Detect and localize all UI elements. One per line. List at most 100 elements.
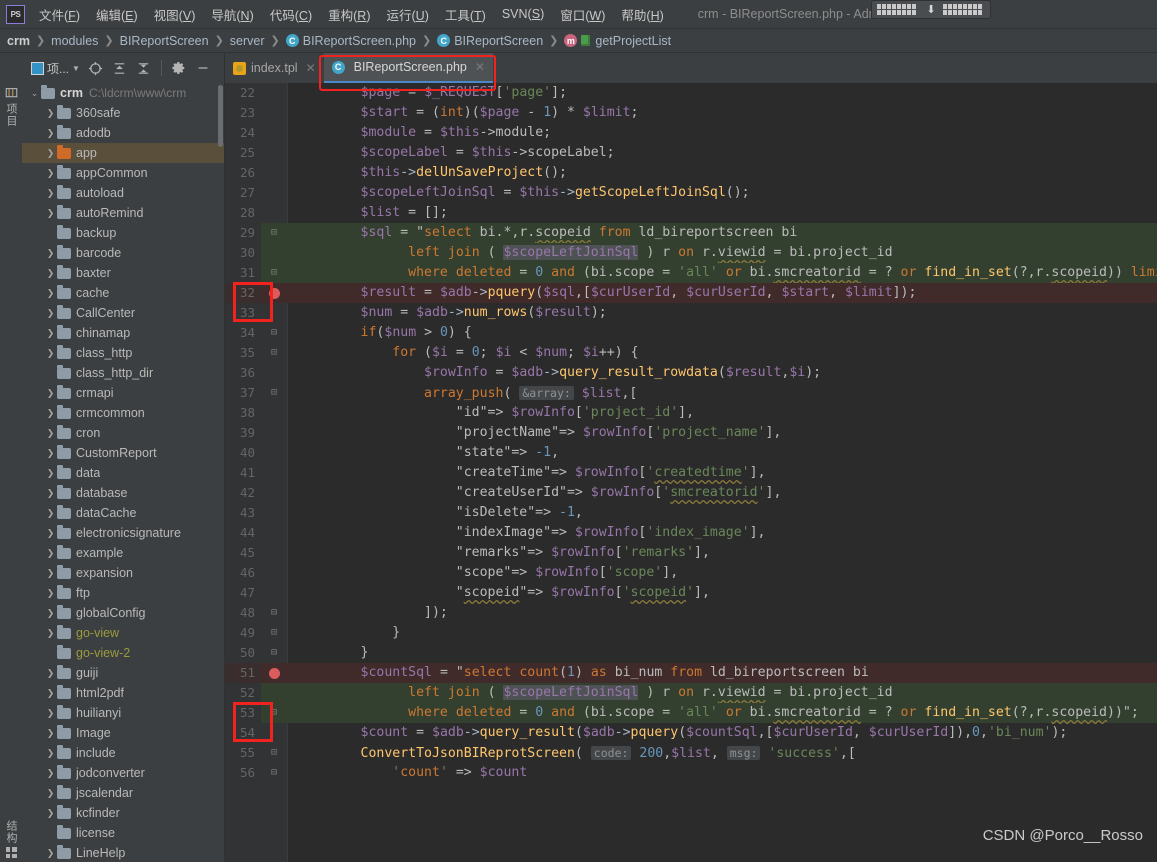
- gutter-cell[interactable]: [261, 287, 287, 299]
- code-line-40[interactable]: 40 "state"=> -1,: [225, 443, 1157, 463]
- code-line-55[interactable]: 55 ⊟ ConvertToJsonBIReprotScreen( code: 2…: [225, 743, 1157, 763]
- chevron-right-icon[interactable]: ❯: [44, 528, 57, 539]
- chevron-right-icon[interactable]: ❯: [44, 848, 57, 859]
- menu-item-10[interactable]: 帮助(H): [613, 2, 671, 27]
- chevron-right-icon[interactable]: ❯: [44, 748, 57, 759]
- tree-item-datacache[interactable]: ❯ dataCache: [22, 503, 224, 523]
- tree-item-360safe[interactable]: ❯ 360safe: [22, 103, 224, 123]
- locate-icon[interactable]: [85, 57, 107, 79]
- chevron-right-icon[interactable]: ❯: [44, 508, 57, 519]
- chevron-right-icon[interactable]: ❯: [44, 148, 57, 159]
- code-line-56[interactable]: 56 ⊟ 'count' => $count: [225, 763, 1157, 783]
- chevron-right-icon[interactable]: ❯: [44, 768, 57, 779]
- code-line-27[interactable]: 27 $scopeLeftJoinSql = $this->getScopeLe…: [225, 183, 1157, 203]
- chevron-right-icon[interactable]: ❯: [44, 268, 57, 279]
- breadcrumb-item-5[interactable]: C BIReportScreen: [437, 34, 543, 48]
- breakpoint-marker[interactable]: [268, 287, 280, 299]
- gutter-cell[interactable]: ⊟: [261, 703, 287, 723]
- rail-project-button[interactable]: 项目: [3, 87, 19, 127]
- code-line-35[interactable]: 35 ⊟ for ($i = 0; $i < $num; $i++) {: [225, 343, 1157, 363]
- chevron-down-icon[interactable]: ▼: [72, 64, 80, 73]
- tree-item-customreport[interactable]: ❯ CustomReport: [22, 443, 224, 463]
- chevron-right-icon[interactable]: ❯: [44, 388, 57, 399]
- code-line-52[interactable]: 52 left join ( $scopeLeftJoinSql ) r on …: [225, 683, 1157, 703]
- chevron-right-icon[interactable]: ❯: [44, 428, 57, 439]
- settings-gear-icon[interactable]: [168, 57, 190, 79]
- gutter-cell[interactable]: [261, 667, 287, 679]
- rail-structure-button[interactable]: 结构: [3, 820, 19, 858]
- breadcrumb-item-6[interactable]: m getProjectList: [564, 34, 671, 48]
- code-fold-icon[interactable]: ⊟: [271, 763, 277, 783]
- code-line-45[interactable]: 45 "remarks"=> $rowInfo['remarks'],: [225, 543, 1157, 563]
- gutter-cell[interactable]: ⊟: [261, 223, 287, 243]
- menu-item-3[interactable]: 导航(N): [203, 2, 261, 27]
- code-line-38[interactable]: 38 "id"=> $rowInfo['project_id'],: [225, 403, 1157, 423]
- code-line-23[interactable]: 23 $start = (int)($page - 1) * $limit;: [225, 103, 1157, 123]
- chevron-right-icon[interactable]: ❯: [44, 668, 57, 679]
- tree-scrollbar[interactable]: [218, 85, 223, 147]
- close-icon[interactable]: ✕: [475, 60, 485, 74]
- menu-item-2[interactable]: 视图(V): [146, 2, 204, 27]
- chevron-right-icon[interactable]: ❯: [44, 188, 57, 199]
- chevron-right-icon[interactable]: ❯: [44, 488, 57, 499]
- chevron-down-icon[interactable]: ⌄: [28, 88, 41, 99]
- tree-item-linehelp[interactable]: ❯ LineHelp: [22, 843, 224, 862]
- menu-item-0[interactable]: 文件(F): [31, 2, 88, 27]
- code-fold-icon[interactable]: ⊟: [271, 743, 277, 763]
- code-line-41[interactable]: 41 "createTime"=> $rowInfo['createdtime'…: [225, 463, 1157, 483]
- chevron-right-icon[interactable]: ❯: [44, 248, 57, 259]
- tree-item-cache[interactable]: ❯ cache: [22, 283, 224, 303]
- breadcrumb-item-0[interactable]: crm: [7, 34, 30, 48]
- code-line-31[interactable]: 31 ⊟ where deleted = 0 and (bi.scope = 'a…: [225, 263, 1157, 283]
- code-line-53[interactable]: 53 ⊟ where deleted = 0 and (bi.scope = 'a…: [225, 703, 1157, 723]
- tree-item-jscalendar[interactable]: ❯ jscalendar: [22, 783, 224, 803]
- code-line-32[interactable]: 32 $result = $adb->pquery($sql,[$curUser…: [225, 283, 1157, 303]
- tree-item-ftp[interactable]: ❯ ftp: [22, 583, 224, 603]
- code-line-26[interactable]: 26 $this->delUnSaveProject();: [225, 163, 1157, 183]
- project-tree[interactable]: ⌄ crm C:\ldcrm\www\crm ❯ 360safe ❯ adodb ❯ app ❯ a…: [22, 83, 225, 862]
- code-fold-icon[interactable]: ⊟: [271, 343, 277, 363]
- code-line-50[interactable]: 50 ⊟ }: [225, 643, 1157, 663]
- close-icon[interactable]: ✕: [306, 61, 316, 75]
- code-line-42[interactable]: 42 "createUserId"=> $rowInfo['smcreatori…: [225, 483, 1157, 503]
- collapse-all-icon[interactable]: [133, 57, 155, 79]
- code-fold-icon[interactable]: ⊟: [271, 623, 277, 643]
- code-editor[interactable]: 22 $page = $_REQUEST['page']; 23 $start =…: [225, 83, 1157, 862]
- tree-item-example[interactable]: ❯ example: [22, 543, 224, 563]
- code-line-54[interactable]: 54 $count = $adb->query_result($adb->pqu…: [225, 723, 1157, 743]
- menu-item-5[interactable]: 重构(R): [320, 2, 378, 27]
- code-line-43[interactable]: 43 "isDelete"=> -1,: [225, 503, 1157, 523]
- code-line-47[interactable]: 47 "scopeid"=> $rowInfo['scopeid'],: [225, 583, 1157, 603]
- tree-item-adodb[interactable]: ❯ adodb: [22, 123, 224, 143]
- tree-item-include[interactable]: ❯ include: [22, 743, 224, 763]
- chevron-right-icon[interactable]: ❯: [44, 568, 57, 579]
- code-line-48[interactable]: 48 ⊟ ]);: [225, 603, 1157, 623]
- tree-item-autoremind[interactable]: ❯ autoRemind: [22, 203, 224, 223]
- code-line-24[interactable]: 24 $module = $this->module;: [225, 123, 1157, 143]
- tree-item-app[interactable]: ❯ app: [22, 143, 224, 163]
- tree-item-cron[interactable]: ❯ cron: [22, 423, 224, 443]
- tree-item-chinamap[interactable]: ❯ chinamap: [22, 323, 224, 343]
- code-fold-icon[interactable]: ⊟: [271, 703, 277, 723]
- tree-item-backup[interactable]: backup: [22, 223, 224, 243]
- tree-item-callcenter[interactable]: ❯ CallCenter: [22, 303, 224, 323]
- tree-item-go-view[interactable]: ❯ go-view: [22, 623, 224, 643]
- tree-item-go-view-2[interactable]: go-view-2: [22, 643, 224, 663]
- chevron-right-icon[interactable]: ❯: [44, 308, 57, 319]
- code-content[interactable]: 22 $page = $_REQUEST['page']; 23 $start =…: [225, 83, 1157, 783]
- tree-item-electronicsignature[interactable]: ❯ electronicsignature: [22, 523, 224, 543]
- gutter-cell[interactable]: ⊟: [261, 643, 287, 663]
- tree-item-huilianyi[interactable]: ❯ huilianyi: [22, 703, 224, 723]
- tree-item-guiji[interactable]: ❯ guiji: [22, 663, 224, 683]
- chevron-right-icon[interactable]: ❯: [44, 348, 57, 359]
- gutter-cell[interactable]: ⊟: [261, 623, 287, 643]
- ime-arrow-down-icon[interactable]: ⬇: [926, 3, 935, 16]
- breadcrumb-item-3[interactable]: server: [230, 34, 265, 48]
- project-view-selector[interactable]: 项... ▼: [28, 60, 83, 77]
- chevron-right-icon[interactable]: ❯: [44, 408, 57, 419]
- code-line-22[interactable]: 22 $page = $_REQUEST['page'];: [225, 83, 1157, 103]
- tree-item-database[interactable]: ❯ database: [22, 483, 224, 503]
- expand-all-icon[interactable]: [109, 57, 131, 79]
- chevron-right-icon[interactable]: ❯: [44, 608, 57, 619]
- chevron-right-icon[interactable]: ❯: [44, 108, 57, 119]
